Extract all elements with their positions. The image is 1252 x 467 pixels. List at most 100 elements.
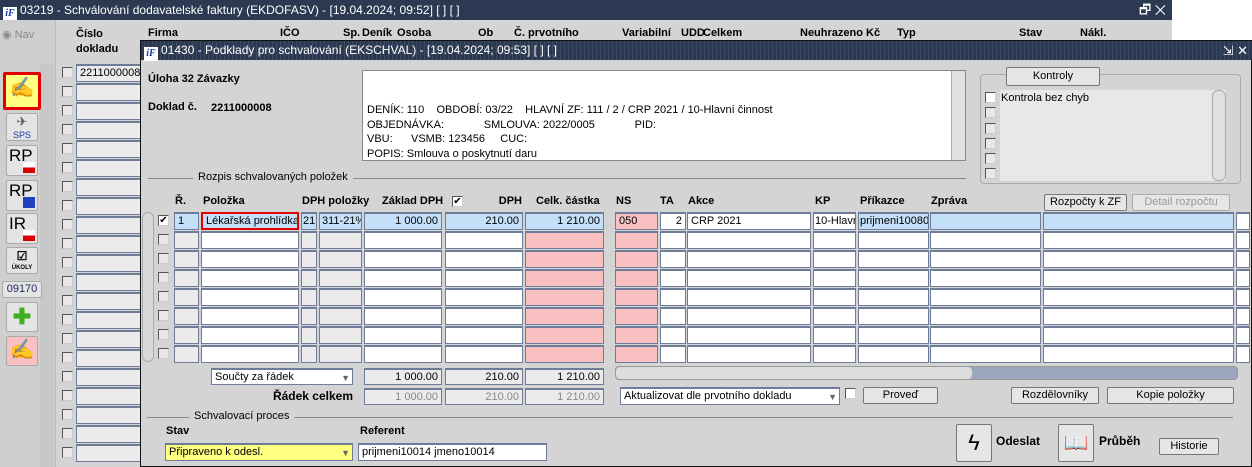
referent-input[interactable]: prijmeni10014 jmeno10014 [358, 443, 547, 461]
row-checkbox[interactable] [158, 329, 169, 340]
back-row-checkbox[interactable] [62, 352, 73, 363]
grid-cell[interactable] [1236, 250, 1250, 268]
grid-cell[interactable] [687, 231, 811, 249]
grid-cell[interactable] [660, 288, 686, 306]
kontroly-checkbox[interactable] [985, 107, 996, 118]
grid-cell[interactable] [615, 345, 658, 363]
back-row-doc[interactable] [76, 387, 142, 405]
row1-polozka-input[interactable]: Lékařská prohlídka [201, 212, 299, 230]
row1-extra[interactable] [1043, 212, 1234, 230]
back-row-checkbox[interactable] [62, 124, 73, 135]
row-checkbox[interactable] [158, 234, 169, 245]
minimize-close-icons[interactable]: ⇲ ✕ [1223, 41, 1248, 60]
grid-cell[interactable] [1043, 345, 1234, 363]
back-row-doc[interactable] [76, 273, 142, 291]
grid-vertical-scrollbar[interactable] [142, 212, 154, 362]
grid-cell[interactable] [445, 307, 523, 325]
back-row-checkbox[interactable] [62, 219, 73, 230]
grid-cell[interactable] [319, 345, 362, 363]
grid-cell[interactable] [1043, 288, 1234, 306]
grid-cell[interactable] [858, 307, 929, 325]
grid-cell[interactable] [445, 250, 523, 268]
grid-cell[interactable] [858, 326, 929, 344]
back-row-doc[interactable] [76, 425, 142, 443]
grid-cell[interactable] [858, 250, 929, 268]
grid-cell[interactable] [813, 307, 856, 325]
grid-cell[interactable] [1236, 269, 1250, 287]
back-row-doc[interactable] [76, 216, 142, 234]
row1-prikazce[interactable]: prijmeni10080 [858, 212, 929, 230]
back-row-doc[interactable] [76, 444, 142, 462]
back-row-checkbox[interactable] [62, 390, 73, 401]
grid-cell[interactable] [858, 288, 929, 306]
rozdelovniky-button[interactable]: Rozdělovníky [1011, 387, 1099, 404]
row1-zprava[interactable] [930, 212, 1041, 230]
grid-cell[interactable] [364, 269, 442, 287]
grid-cell[interactable] [525, 250, 604, 268]
grid-cell[interactable] [301, 345, 317, 363]
row-checkbox[interactable] [158, 291, 169, 302]
rozpocty-button[interactable]: Rozpočty k ZF [1044, 194, 1127, 211]
grid-cell[interactable] [525, 345, 604, 363]
grid-cell[interactable] [445, 288, 523, 306]
grid-cell[interactable] [201, 326, 299, 344]
grid-cell[interactable] [930, 231, 1041, 249]
grid-cell[interactable] [174, 326, 199, 344]
stav-select[interactable]: Připraveno k odesl. ▼ [165, 443, 353, 461]
grid-cell[interactable] [813, 345, 856, 363]
back-row-checkbox[interactable] [62, 181, 73, 192]
row1-r[interactable]: 1 [174, 212, 199, 230]
back-row-doc[interactable] [76, 349, 142, 367]
grid-cell[interactable] [858, 345, 929, 363]
grid-cell[interactable] [174, 250, 199, 268]
row1-checkbox[interactable]: ✔ [158, 215, 169, 226]
grid-cell[interactable] [615, 250, 658, 268]
grid-cell[interactable] [525, 231, 604, 249]
rp-eu-button[interactable]: RP [6, 180, 38, 211]
grid-cell[interactable] [1043, 269, 1234, 287]
row1-ns[interactable]: 050 [615, 212, 658, 230]
grid-cell[interactable] [1236, 326, 1250, 344]
back-row-checkbox[interactable] [62, 162, 73, 173]
grid-cell[interactable] [301, 288, 317, 306]
proved-button[interactable]: Proveď [863, 387, 938, 404]
grid-cell[interactable] [364, 326, 442, 344]
detail-rozpoctu-button[interactable]: Detail rozpočtu [1132, 194, 1230, 211]
odeslat-button[interactable]: ϟ [956, 424, 992, 462]
back-row-doc[interactable] [76, 235, 142, 253]
back-row-checkbox[interactable] [62, 295, 73, 306]
grid-cell[interactable] [301, 250, 317, 268]
grid-cell[interactable] [1043, 326, 1234, 344]
kontroly-checkbox[interactable] [985, 138, 996, 149]
grid-cell[interactable] [201, 288, 299, 306]
row-checkbox[interactable] [158, 310, 169, 321]
kontroly-scrollbar[interactable] [1212, 90, 1226, 181]
grid-cell[interactable] [687, 250, 811, 268]
historie-button[interactable]: Historie [1159, 438, 1219, 455]
back-row-doc[interactable] [76, 121, 142, 139]
approve-tool-button[interactable]: ✍ [3, 72, 41, 110]
grid-cell[interactable] [1236, 345, 1250, 363]
back-row-doc[interactable] [76, 330, 142, 348]
kontroly-checkbox[interactable] [985, 153, 996, 164]
grid-cell[interactable] [615, 288, 658, 306]
grid-cell[interactable] [1236, 307, 1250, 325]
grid-cell[interactable] [1043, 231, 1234, 249]
row1-dph[interactable]: 210.00 [445, 212, 523, 230]
grid-cell[interactable] [1236, 231, 1250, 249]
grid-cell[interactable] [364, 307, 442, 325]
back-row-checkbox[interactable] [62, 105, 73, 116]
row1-celk[interactable]: 1 210.00 [525, 212, 604, 230]
back-row-checkbox[interactable] [62, 409, 73, 420]
grid-cell[interactable] [813, 250, 856, 268]
back-row-doc[interactable] [76, 368, 142, 386]
grid-cell[interactable] [615, 269, 658, 287]
back-row-checkbox[interactable] [62, 447, 73, 458]
back-row-doc[interactable] [76, 83, 142, 101]
restore-close-icons[interactable]: 🗗 ✕ [1139, 0, 1166, 20]
kontroly-checkbox[interactable] [985, 123, 996, 134]
grid-cell[interactable] [660, 326, 686, 344]
soucty-select[interactable]: Součty za řádek ▼ [211, 368, 353, 385]
grid-cell[interactable] [615, 307, 658, 325]
back-row-checkbox[interactable] [62, 238, 73, 249]
